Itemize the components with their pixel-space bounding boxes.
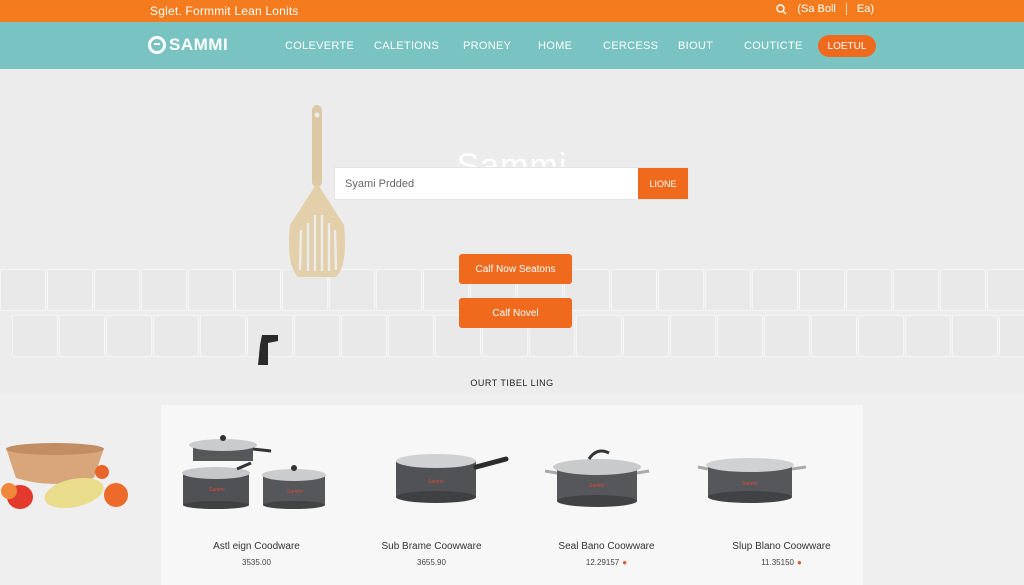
wall-tile (94, 269, 140, 311)
product-name: Slup Blano Coowware (732, 541, 831, 552)
wall-tile (576, 315, 622, 357)
wall-tile (200, 315, 246, 357)
product-price: 12.29157 ● (585, 558, 628, 567)
saucepan-image: Sammi (396, 454, 509, 503)
wall-tile (141, 269, 187, 311)
svg-text:Sammi: Sammi (209, 487, 225, 493)
dutch-oven-image: Sammi (544, 449, 650, 507)
wall-tile (811, 315, 857, 357)
hero-section: Sammi LIONE Calf Now Seatons Calf Novel (0, 69, 1024, 394)
search-bar: LIONE (334, 167, 689, 200)
search-input[interactable] (335, 168, 638, 199)
svg-text:Sammi: Sammi (742, 481, 758, 487)
nav-link-home[interactable]: HOME (538, 40, 572, 52)
login-button[interactable]: LOETUL (818, 35, 876, 57)
wall-tile (12, 315, 58, 357)
logo-mark-icon (148, 36, 166, 54)
topbar-actions: (Sa Boll Ea) (776, 3, 874, 15)
wall-tile (717, 315, 763, 357)
svg-text:Sammi: Sammi (428, 479, 444, 485)
section-title: OURT TIBEL LING (470, 378, 554, 388)
wall-tile (952, 315, 998, 357)
cookware-set-image: Sammi Sammi (182, 435, 326, 509)
nav-link-couticte[interactable]: COUTICTE (744, 40, 803, 52)
product-price: 11.35150 ● (761, 558, 802, 567)
product-name: Sub Brame Coowware (381, 541, 482, 552)
wall-tile (106, 315, 152, 357)
nav-link-cercess[interactable]: CERCESS (603, 40, 658, 52)
pepper-mill-image (258, 335, 278, 365)
product-price: 3535.00 (242, 558, 271, 567)
promo-bar: Sglet. Formmit Lean Lonits (Sa Boll Ea) (0, 0, 1024, 22)
cta-primary-button[interactable]: Calf Now Seatons (459, 254, 572, 284)
product-card[interactable]: Sammi Slup Blano Coowware 11.35150 ● (694, 405, 869, 585)
wall-tile (705, 269, 751, 311)
nav-link-caletions[interactable]: CALETIONS (374, 40, 439, 52)
language-link[interactable]: Ea) (857, 3, 874, 15)
wall-tile (858, 315, 904, 357)
wall-tile (376, 269, 422, 311)
wall-tile (59, 315, 105, 357)
logo[interactable]: SAMMI (148, 35, 228, 55)
svg-text:Sammi: Sammi (287, 489, 303, 495)
search-icon[interactable] (776, 3, 787, 15)
wall-tile (388, 315, 434, 357)
wall-tile (0, 269, 46, 311)
wall-tile (235, 269, 281, 311)
wall-tile (846, 269, 892, 311)
product-name: Astl eign Coodware (213, 541, 300, 552)
promo-text: Sglet. Formmit Lean Lonits (150, 4, 299, 18)
wall-tile (893, 269, 939, 311)
product-card[interactable]: Sammi Sub Brame Coowware 3655.90 (344, 405, 519, 585)
bowl-fruits-image (1, 443, 128, 509)
wall-tile (764, 315, 810, 357)
wall-tile (188, 269, 234, 311)
topbar-search-link[interactable]: (Sa Boll (797, 3, 836, 15)
price-marker-icon: ● (796, 558, 802, 567)
wall-tile (623, 315, 669, 357)
nav-link-coleverte[interactable]: COLEVERTE (285, 40, 354, 52)
product-card[interactable]: Sammi Seal Bano Coowware 12.29157 ● (519, 405, 694, 585)
svg-text:Sammi: Sammi (589, 483, 605, 489)
divider (845, 3, 847, 15)
main-nav: SAMMI COLEVERTE CALETIONS PRONEY HOME CE… (0, 22, 1024, 69)
logo-text: SAMMI (169, 35, 229, 54)
wall-tile (611, 269, 657, 311)
nav-link-biout[interactable]: BIOUT (678, 40, 713, 52)
wall-tile (799, 269, 845, 311)
product-card[interactable]: Sammi Sammi Astl eign Coodware 3535.00 (169, 405, 344, 585)
wall-tile (670, 315, 716, 357)
wall-tile (341, 315, 387, 357)
wall-tile (47, 269, 93, 311)
wall-tile (987, 269, 1024, 311)
wall-tile (752, 269, 798, 311)
product-name: Seal Bano Coowware (558, 541, 655, 552)
wall-tile (905, 315, 951, 357)
nav-link-proney[interactable]: PRONEY (463, 40, 511, 52)
stockpot-image: Sammi (697, 458, 807, 503)
price-marker-icon: ● (622, 558, 628, 567)
wall-tile (999, 315, 1024, 357)
cta-secondary-button[interactable]: Calf Novel (459, 298, 572, 328)
wall-tile (940, 269, 986, 311)
product-price: 3655.90 (417, 558, 446, 567)
products-panel: Sammi Sammi Astl eign Coodware 3535.00 S… (161, 405, 863, 585)
wall-tile (658, 269, 704, 311)
wall-tile (153, 315, 199, 357)
wall-tile (294, 315, 340, 357)
search-button[interactable]: LIONE (638, 168, 688, 199)
